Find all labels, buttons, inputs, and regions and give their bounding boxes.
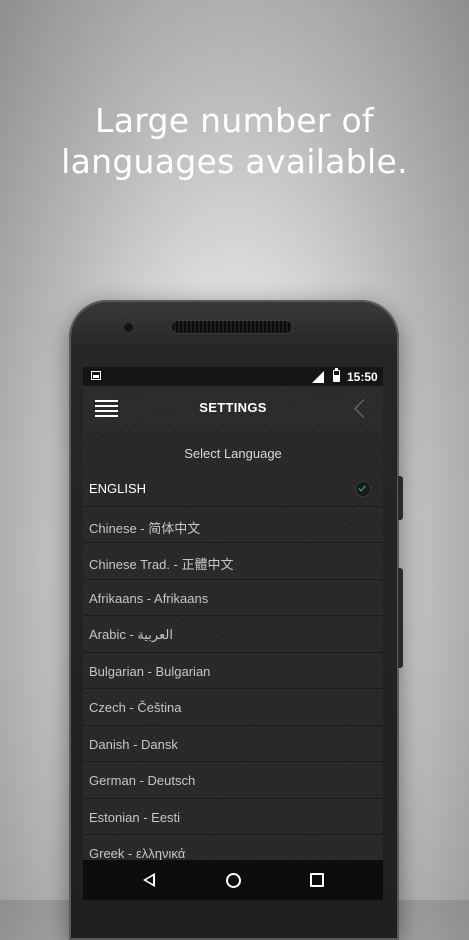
nav-home-icon[interactable] <box>226 873 241 888</box>
language-item[interactable]: Chinese Trad. - 正體中文 <box>83 543 383 580</box>
headline-line-2: languages available. <box>61 142 408 181</box>
language-item[interactable]: Arabic - العربية <box>83 616 383 653</box>
signal-icon <box>312 371 324 383</box>
app-bar: SETTINGS <box>83 386 383 430</box>
language-item[interactable]: Bulgarian - Bulgarian <box>83 653 383 689</box>
earpiece-speaker <box>172 321 292 333</box>
system-nav-bar <box>83 860 383 900</box>
language-item-label: Chinese Trad. - 正體中文 <box>89 557 234 572</box>
language-item-label: German - Deutsch <box>89 773 196 788</box>
front-camera-icon <box>124 323 133 332</box>
language-item[interactable]: Estonian - Eesti <box>83 799 383 835</box>
language-item[interactable]: Danish - Dansk <box>83 726 383 762</box>
language-item[interactable]: Czech - Čeština <box>83 689 383 726</box>
status-time: 15:50 <box>347 370 378 384</box>
image-notification-icon <box>91 371 101 380</box>
language-item[interactable]: Afrikaans - Afrikaans <box>83 580 383 616</box>
language-item-label: Chinese - 简体中文 <box>89 520 201 536</box>
language-list: ENGLISH Chinese - 简体中文 Chinese Trad. - 正體中… <box>83 470 383 872</box>
language-item-label: Greek - ελληνικά <box>89 846 186 861</box>
headline-line-1: Large number of <box>95 101 374 140</box>
power-button <box>398 476 403 520</box>
nav-back-icon[interactable] <box>143 873 155 887</box>
phone-screen: 15:50 SETTINGS Select Language ENGLISH Ch… <box>83 367 383 900</box>
language-item-label: Arabic - العربية <box>89 627 173 642</box>
language-item[interactable]: Chinese - 简体中文 <box>83 507 383 543</box>
language-item-label: Czech - Čeština <box>89 700 182 715</box>
status-bar: 15:50 <box>83 367 383 386</box>
language-item[interactable]: German - Deutsch <box>83 762 383 799</box>
chevron-left-icon[interactable] <box>351 397 369 419</box>
checkmark-icon <box>356 482 370 496</box>
language-item-label: Estonian - Eesti <box>89 809 181 825</box>
promo-headline: Large number of languages available. <box>0 100 469 182</box>
language-item-label: Bulgarian - Bulgarian <box>89 663 211 679</box>
language-settings-panel: Select Language ENGLISH Chinese - 简体中文 Chi… <box>83 430 383 872</box>
volume-button <box>398 568 403 668</box>
language-item-label: Danish - Dansk <box>89 736 178 752</box>
nav-recents-icon[interactable] <box>310 873 324 887</box>
language-item-label: Afrikaans - Afrikaans <box>89 590 209 606</box>
page-title: SETTINGS <box>199 400 267 415</box>
select-language-label: Select Language <box>184 446 282 461</box>
battery-icon <box>333 368 340 382</box>
language-item[interactable]: ENGLISH <box>83 470 383 507</box>
language-item-label: ENGLISH <box>89 481 147 496</box>
